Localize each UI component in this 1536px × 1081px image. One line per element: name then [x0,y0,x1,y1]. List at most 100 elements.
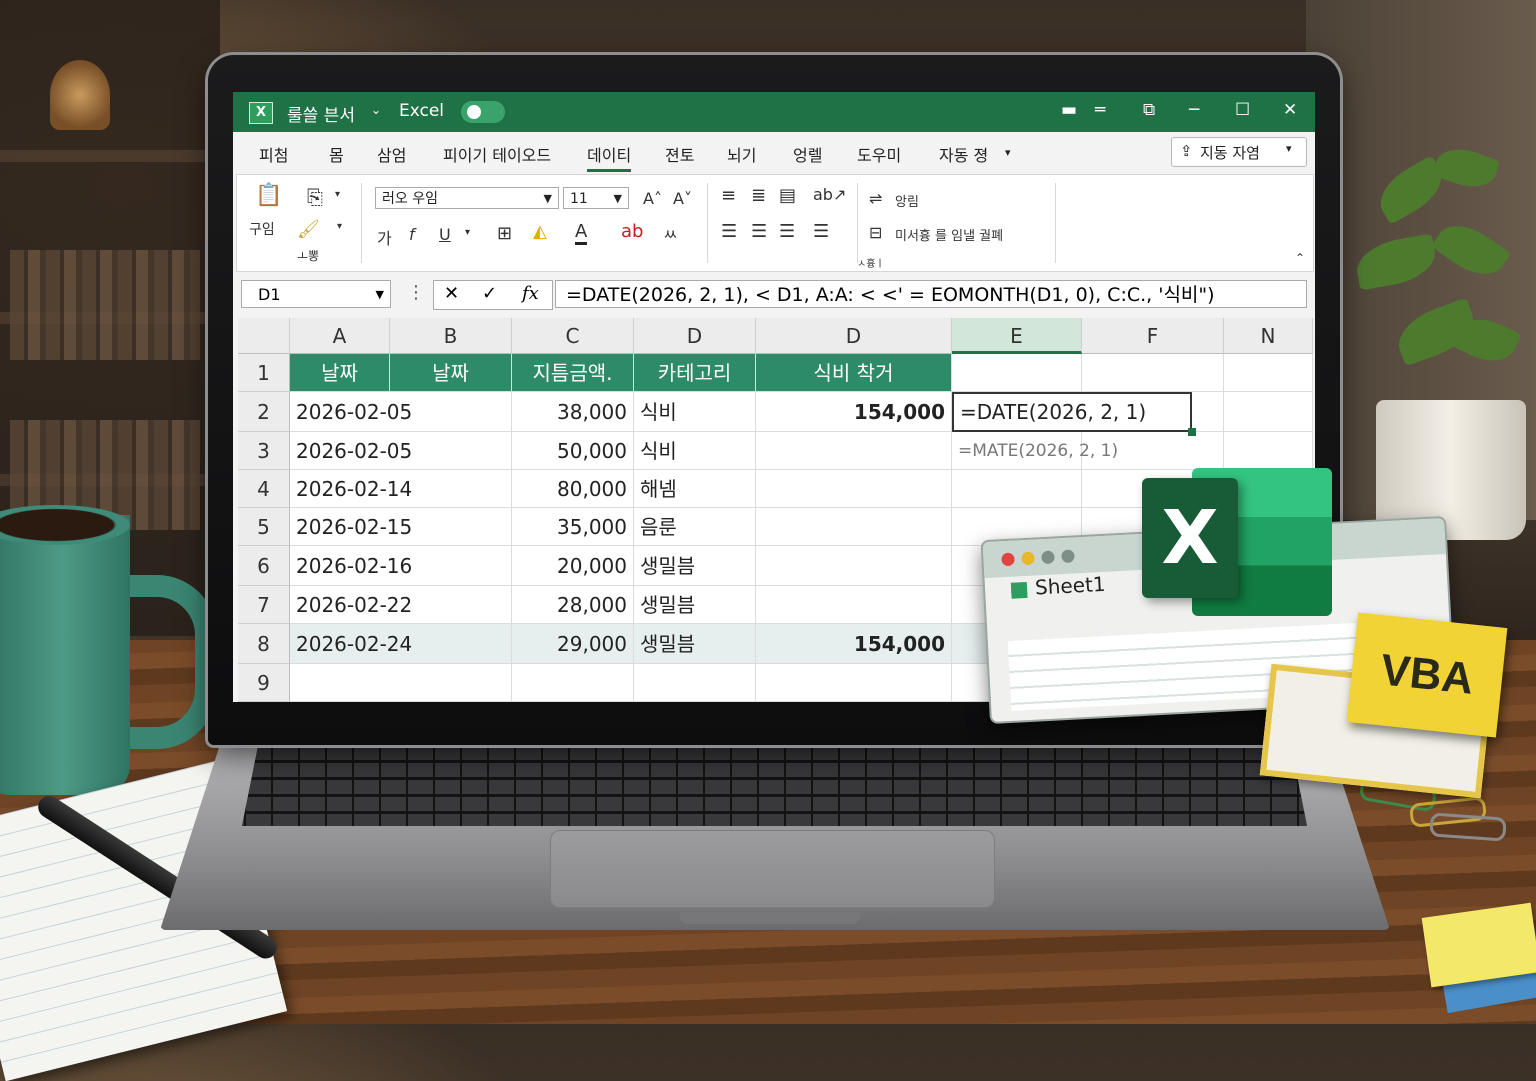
tab-home[interactable]: 몸 [329,142,344,166]
cell[interactable] [290,664,512,702]
formula-input[interactable]: =DATE(2026, 2, 1), < D1, A:A: < <' = EOM… [555,280,1307,308]
chevron-down-icon[interactable]: ▾ [1005,146,1011,159]
indent-icon[interactable]: ☰ [813,221,829,242]
align-center-icon[interactable]: ☰ [751,221,767,242]
category-cell[interactable]: 음룬 [634,508,756,546]
tab-automate[interactable]: 자동 졍 [939,142,988,166]
date-cell[interactable]: 2026-02-05 [290,432,512,470]
maximize-icon[interactable]: ☐ [1235,100,1250,120]
cell[interactable] [512,664,634,702]
date-cell[interactable]: 2026-02-22 [290,586,512,624]
chevron-down-icon[interactable]: ▾ [465,227,470,238]
cell[interactable] [1224,354,1313,392]
row-header[interactable]: 8 [238,624,290,664]
cell[interactable] [952,470,1082,508]
total-cell[interactable] [756,470,952,508]
date-cell[interactable]: 2026-02-15 [290,508,512,546]
tab-page-layout[interactable]: 피이기 테이오드 [443,142,551,166]
decrease-font-icon[interactable]: A˅ [673,189,692,208]
total-cell[interactable] [756,432,952,470]
cell[interactable] [1224,432,1313,470]
merge-center-label[interactable]: 미서흉 를 임낼 궐폐 [895,225,1003,244]
amount-cell[interactable]: 35,000 [512,508,634,546]
total-cell[interactable] [756,546,952,586]
copy-icon[interactable]: ⎘ [307,185,323,209]
category-cell[interactable]: 생밀븜 [634,586,756,624]
total-cell[interactable]: 154,000 [756,392,952,432]
cell[interactable] [756,664,952,702]
cancel-icon[interactable]: ✕ [444,283,459,304]
date-cell[interactable]: 2026-02-05 [290,392,512,432]
active-cell[interactable]: =DATE(2026, 2, 1) [952,392,1192,432]
tab-developer[interactable]: 엉렐 [793,142,822,166]
tab-view[interactable]: 뇌기 [727,142,756,166]
font-name-select[interactable]: 러오 우임 ▼ [375,187,559,209]
date-cell[interactable]: 2026-02-14 [290,470,512,508]
tab-data[interactable]: 데이티 [587,142,632,172]
wrap-text-icon[interactable]: ⇌ [869,189,882,208]
category-cell[interactable]: 식비 [634,392,756,432]
total-cell[interactable] [756,586,952,624]
format-painter-icon[interactable]: 🖌 [297,219,320,240]
category-cell[interactable]: 생밀븜 [634,624,756,664]
category-cell[interactable]: 식비 [634,432,756,470]
row-header[interactable]: 4 [238,470,290,508]
row-header[interactable]: 2 [238,392,290,432]
select-all-corner[interactable] [238,318,290,354]
cell[interactable] [952,354,1082,392]
column-header[interactable]: N [1224,318,1313,354]
share-screen-icon[interactable]: ⧉ [1143,100,1155,120]
tab-help[interactable]: 도우미 [857,142,901,166]
header-cell[interactable]: 날짜 [390,354,512,392]
column-header[interactable]: C [512,318,634,354]
chevron-down-icon[interactable]: ⌄ [371,103,381,117]
header-cell[interactable]: 날짜 [290,354,390,392]
tab-insert[interactable]: 삼엄 [377,142,406,166]
enter-icon[interactable]: ✓ [482,283,497,304]
column-header[interactable]: A [290,318,390,354]
amount-cell[interactable]: 80,000 [512,470,634,508]
borders-icon[interactable]: ⊞ [497,223,512,244]
row-header[interactable]: 6 [238,546,290,586]
category-cell[interactable]: 생밀븜 [634,546,756,586]
chevron-down-icon[interactable]: ▾ [335,189,340,200]
total-cell[interactable]: 154,000 [756,624,952,664]
fill-color-icon[interactable]: ◭ [533,221,547,242]
cell[interactable] [634,664,756,702]
cell[interactable] [1082,354,1224,392]
row-header[interactable]: 7 [238,586,290,624]
column-header[interactable]: F [1082,318,1224,354]
header-cell[interactable]: 카테고리 [634,354,756,392]
date-cell[interactable]: 2026-02-24 [290,624,512,664]
row-header[interactable]: 9 [238,664,290,702]
ribbon-options-icon[interactable]: ═ [1095,100,1105,120]
more-icon[interactable]: ⋮ [407,282,425,303]
text-effects-icon[interactable]: ab [621,221,643,242]
close-icon[interactable]: ✕ [1283,100,1297,120]
minimize-icon[interactable]: ─ [1189,100,1199,120]
column-header[interactable]: D [756,318,952,354]
underline-button[interactable]: U [439,225,451,244]
fill-handle[interactable] [1188,428,1196,436]
wrap-text-label[interactable]: 앙림 [895,191,919,210]
category-cell[interactable]: 해넴 [634,470,756,508]
header-cell[interactable]: 식비 착거 [756,354,952,392]
document-title[interactable]: 룰쓸 븐서 [287,101,355,126]
tab-file[interactable]: 피첨 [259,142,288,166]
header-cell[interactable]: 지틈금액. [512,354,634,392]
column-header[interactable]: D [634,318,756,354]
align-top-icon[interactable]: ≡ [721,185,736,206]
increase-font-icon[interactable]: A˄ [643,189,662,208]
phonetic-icon[interactable]: ㅆ [663,221,678,245]
comment-icon[interactable]: ▬ [1061,100,1077,120]
amount-cell[interactable]: 38,000 [512,392,634,432]
amount-cell[interactable]: 20,000 [512,546,634,586]
align-bottom-icon[interactable]: ▤ [779,185,796,206]
merge-icon[interactable]: ⊟ [869,223,882,242]
bold-button[interactable]: 가 [377,225,392,249]
align-middle-icon[interactable]: ≣ [751,185,766,206]
align-right-icon[interactable]: ☰ [779,221,795,242]
amount-cell[interactable]: 50,000 [512,432,634,470]
font-size-select[interactable]: 11 ▼ [563,187,629,209]
autosave-toggle[interactable] [461,101,505,123]
